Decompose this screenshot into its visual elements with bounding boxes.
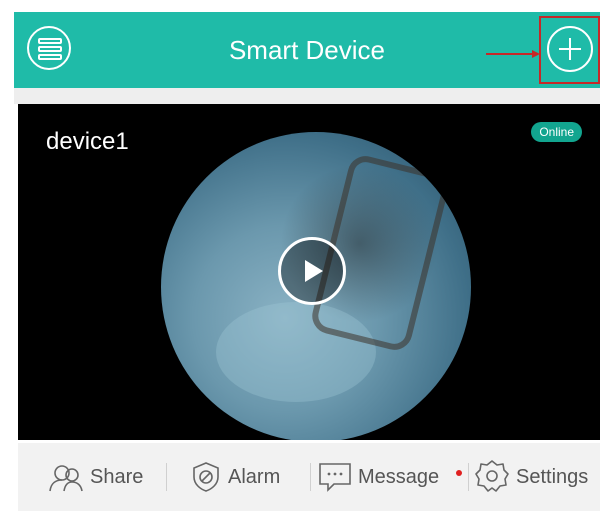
divider bbox=[166, 463, 167, 491]
settings-label: Settings bbox=[516, 465, 589, 488]
device-toolbar: Share Alarm Message Settings bbox=[18, 443, 600, 511]
alarm-label: Alarm bbox=[228, 465, 281, 488]
add-button-highlight bbox=[539, 16, 600, 84]
add-device-button[interactable] bbox=[547, 26, 593, 72]
divider bbox=[310, 463, 311, 491]
alarm-button[interactable]: Alarm bbox=[190, 443, 280, 511]
shield-icon bbox=[193, 462, 219, 492]
divider bbox=[468, 463, 469, 491]
device-name: device1 bbox=[46, 128, 129, 155]
status-badge: Online bbox=[531, 122, 582, 142]
list-spacer bbox=[14, 88, 600, 104]
play-button[interactable] bbox=[278, 237, 346, 305]
gear-icon bbox=[475, 460, 509, 492]
share-label: Share bbox=[90, 465, 144, 488]
share-users-icon bbox=[49, 465, 83, 492]
plus-icon bbox=[559, 38, 581, 60]
share-button[interactable]: Share bbox=[48, 443, 143, 511]
message-bubble-icon bbox=[319, 463, 351, 492]
device-video-preview[interactable]: device1 Online bbox=[18, 104, 600, 440]
app-header: Smart Device bbox=[14, 12, 600, 88]
message-button[interactable]: Message bbox=[318, 443, 439, 511]
message-label: Message bbox=[358, 465, 440, 488]
settings-button[interactable]: Settings bbox=[474, 443, 588, 511]
annotation-arrow-icon bbox=[486, 50, 540, 58]
unread-dot bbox=[456, 470, 462, 476]
status-strip bbox=[0, 0, 600, 12]
play-icon bbox=[305, 260, 323, 282]
